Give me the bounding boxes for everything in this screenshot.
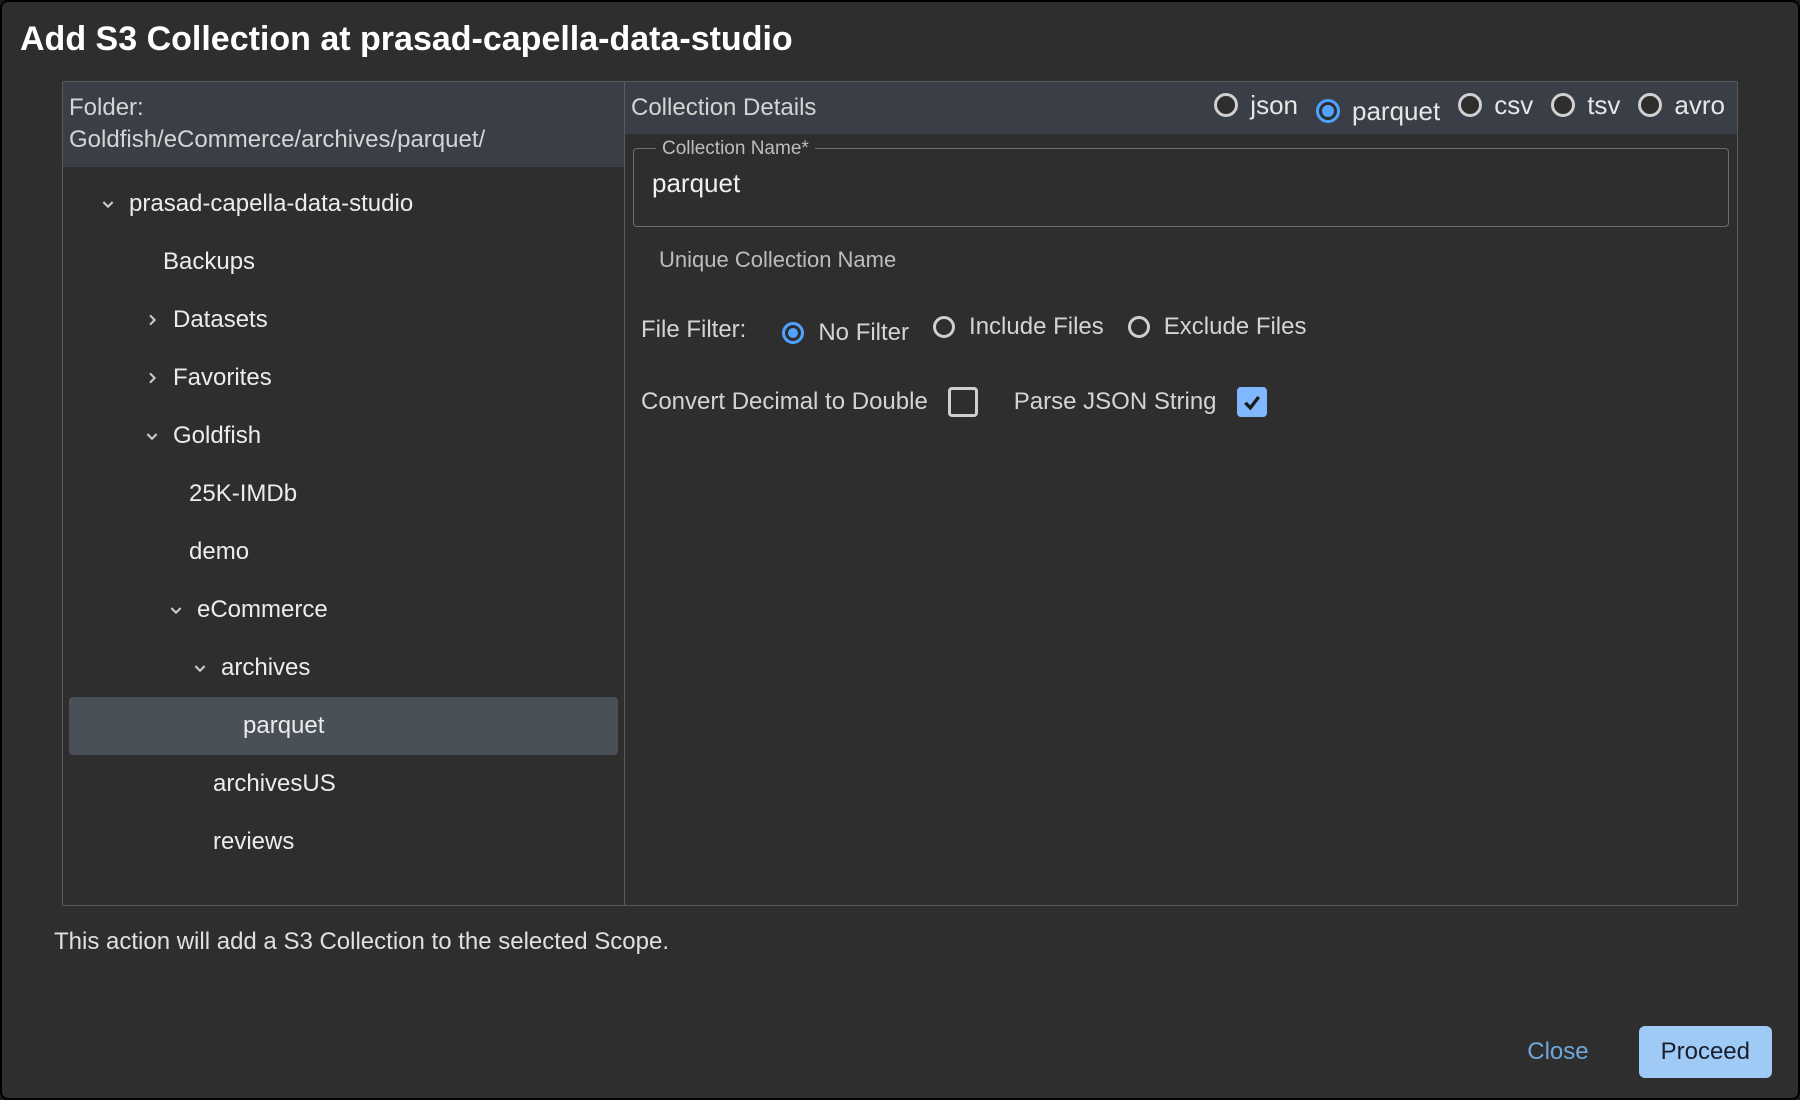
tree-item-label: parquet (243, 712, 324, 740)
file-filter-option[interactable]: Exclude Files (1128, 313, 1307, 341)
tree-item[interactable]: parquet (69, 697, 618, 755)
proceed-button[interactable]: Proceed (1639, 1026, 1772, 1078)
collection-details-header: Collection Details json parquet csv tsv avro (625, 82, 1737, 134)
tree-item-label: prasad-capella-data-studio (129, 190, 413, 218)
folder-pane: Folder: Goldfish/eCommerce/archives/parq… (63, 82, 625, 905)
collection-name-help: Unique Collection Name (633, 227, 1729, 273)
tree-item[interactable]: Datasets (63, 291, 624, 349)
file-filter-option[interactable]: No Filter (782, 319, 909, 347)
tree-item-label: Goldfish (173, 422, 261, 450)
tree-item-label: reviews (213, 828, 294, 856)
checkbox-option[interactable]: Parse JSON String (1014, 387, 1267, 417)
checkbox-icon (948, 387, 978, 417)
radio-icon (1551, 93, 1575, 117)
folder-label: Folder: (69, 92, 614, 124)
chevron-down-icon[interactable] (189, 657, 211, 679)
tree-item-label: archivesUS (213, 770, 336, 798)
checkbox-label: Convert Decimal to Double (641, 388, 928, 416)
close-button[interactable]: Close (1505, 1026, 1610, 1078)
file-filter-label: No Filter (818, 319, 909, 347)
format-label: json (1250, 90, 1298, 121)
format-label: tsv (1587, 90, 1620, 121)
collection-details-body: Collection Name* Unique Collection Name … (625, 134, 1737, 417)
tree-item-label: Backups (163, 248, 255, 276)
chevron-down-icon[interactable] (97, 193, 119, 215)
options-row: Convert Decimal to Double Parse JSON Stri… (633, 347, 1729, 417)
checkbox-option[interactable]: Convert Decimal to Double (641, 387, 978, 417)
folder-tree: prasad-capella-data-studio Backups Dataset… (63, 167, 624, 879)
tree-item-label: eCommerce (197, 596, 328, 624)
file-filter-label: Exclude Files (1164, 313, 1307, 341)
collection-details-pane: Collection Details json parquet csv tsv avro… (625, 82, 1737, 905)
checkbox-label: Parse JSON String (1014, 388, 1217, 416)
tree-item-label: 25K-IMDb (189, 480, 297, 508)
tree-item-label: archives (221, 654, 310, 682)
tree-item[interactable]: Goldfish (63, 407, 624, 465)
tree-item[interactable]: prasad-capella-data-studio (63, 175, 624, 233)
chevron-down-icon[interactable] (165, 599, 187, 621)
collection-name-field[interactable]: Collection Name* (633, 148, 1729, 227)
format-label: parquet (1352, 96, 1440, 127)
chevron-right-icon[interactable] (141, 367, 163, 389)
file-filter-label: File Filter: (641, 316, 746, 344)
chevron-down-icon[interactable] (141, 425, 163, 447)
checkbox-icon (1237, 387, 1267, 417)
tree-item[interactable]: Favorites (63, 349, 624, 407)
file-filter-option[interactable]: Include Files (933, 313, 1104, 341)
radio-icon (1316, 99, 1340, 123)
tree-item[interactable]: Backups (63, 233, 624, 291)
radio-icon (1638, 93, 1662, 117)
format-radio-csv[interactable]: csv (1458, 90, 1533, 121)
tree-item-label: demo (189, 538, 249, 566)
radio-icon (1214, 93, 1238, 117)
collection-name-input[interactable] (650, 167, 1712, 200)
collection-name-label: Collection Name* (656, 138, 815, 160)
folder-path: Goldfish/eCommerce/archives/parquet/ (69, 124, 614, 156)
dialog-title: Add S3 Collection at prasad-capella-data… (2, 2, 1798, 81)
collection-details-title: Collection Details (631, 94, 1196, 122)
format-radio-parquet[interactable]: parquet (1316, 96, 1440, 127)
radio-icon (782, 322, 804, 344)
tree-item[interactable]: demo (63, 523, 624, 581)
dialog-body: Folder: Goldfish/eCommerce/archives/parq… (62, 81, 1738, 906)
chevron-right-icon[interactable] (141, 309, 163, 331)
format-radio-tsv[interactable]: tsv (1551, 90, 1620, 121)
format-label: avro (1674, 90, 1725, 121)
tree-item[interactable]: 25K-IMDb (63, 465, 624, 523)
tree-item[interactable]: reviews (63, 813, 624, 871)
file-filter-label: Include Files (969, 313, 1104, 341)
format-label: csv (1494, 90, 1533, 121)
dialog-footer-buttons: Close Proceed (2, 956, 1798, 1098)
tree-item-label: Favorites (173, 364, 272, 392)
tree-item[interactable]: archives (63, 639, 624, 697)
folder-path-header: Folder: Goldfish/eCommerce/archives/parq… (63, 82, 624, 167)
radio-icon (933, 316, 955, 338)
tree-item[interactable]: archivesUS (63, 755, 624, 813)
tree-item-label: Datasets (173, 306, 268, 334)
file-filter-row: File Filter: No Filter Include Files Exclu… (633, 273, 1729, 347)
add-s3-collection-dialog: Add S3 Collection at prasad-capella-data… (0, 0, 1800, 1100)
format-radio-json[interactable]: json (1214, 90, 1298, 121)
radio-icon (1128, 316, 1150, 338)
tree-item[interactable]: eCommerce (63, 581, 624, 639)
radio-icon (1458, 93, 1482, 117)
dialog-footer-note: This action will add a S3 Collection to … (2, 906, 1798, 956)
format-radio-avro[interactable]: avro (1638, 90, 1725, 121)
